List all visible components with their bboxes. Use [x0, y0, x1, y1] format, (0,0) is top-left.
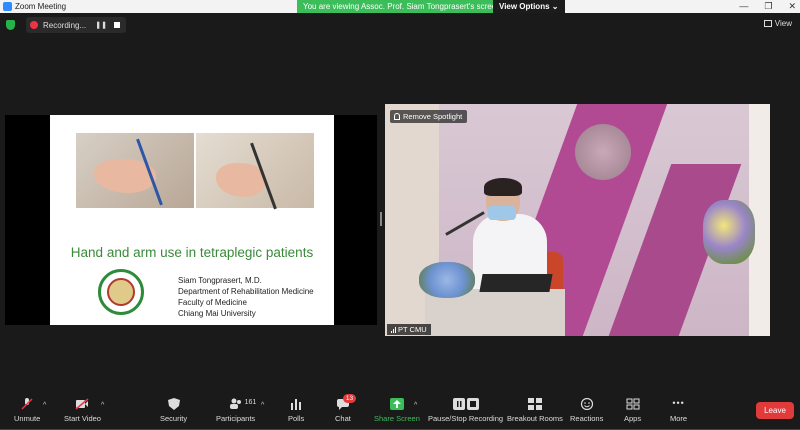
zoom-app-icon [3, 2, 12, 11]
bar-chart-icon [289, 398, 303, 410]
chat-label: Chat [335, 414, 351, 423]
video-options-caret[interactable]: ^ [101, 402, 104, 409]
recording-label: Recording... [43, 20, 87, 30]
view-label: View [774, 19, 792, 28]
pause-stop-recording-label: Pause/Stop Recording [428, 414, 504, 423]
start-video-button[interactable]: Start Video [64, 398, 101, 423]
minimize-button[interactable]: — [739, 1, 748, 12]
pause-stop-icon [452, 398, 480, 410]
participant-name-tag: PT CMU [387, 324, 431, 335]
spotlight-video-tile: Remove Spotlight PT CMU [385, 104, 770, 336]
presentation-slide: Hand and arm use in tetraplegic patients… [50, 115, 334, 325]
slide-photo-pen-grip [196, 133, 314, 210]
pause-recording-icon[interactable]: ❚❚ [95, 21, 107, 29]
slide-title: Hand and arm use in tetraplegic patients [70, 245, 314, 260]
restore-button[interactable]: ❐ [764, 1, 772, 12]
start-video-label: Start Video [64, 414, 101, 423]
signal-bars-icon [391, 326, 396, 333]
reactions-label: Reactions [570, 414, 604, 423]
split-view-divider[interactable] [380, 212, 382, 226]
stop-recording-icon[interactable] [114, 22, 120, 28]
presenter-hair [484, 178, 522, 196]
author-university: Chiang Mai University [178, 309, 256, 318]
meeting-topbar: Recording... ❚❚ View [0, 13, 800, 37]
author-department: Department of Rehabilitation Medicine [178, 287, 314, 296]
muted-microphone-icon [20, 398, 34, 410]
apps-label: Apps [624, 414, 642, 423]
apps-button[interactable]: Apps [624, 398, 641, 423]
leave-meeting-button[interactable]: Leave [756, 402, 794, 419]
laptop [479, 274, 553, 292]
flower-arrangement [703, 200, 755, 264]
participants-options-caret[interactable]: ^ [261, 402, 264, 409]
reactions-button[interactable]: Reactions [570, 397, 604, 423]
unmute-button[interactable]: Unmute [14, 398, 40, 423]
desk-bouquet [419, 262, 475, 298]
security-button[interactable]: Security [160, 398, 187, 423]
breakout-rooms-icon [527, 398, 542, 410]
shield-icon [167, 398, 181, 410]
chat-unread-badge: 13 [342, 394, 357, 403]
breakout-rooms-button[interactable]: Breakout Rooms [507, 398, 563, 423]
recording-indicator: Recording... ❚❚ [26, 17, 126, 33]
participants-count: 161 [244, 399, 257, 406]
chat-bubble-icon: 13 [336, 394, 357, 410]
polls-button[interactable]: Polls [288, 398, 304, 423]
window-controls: — ❐ ✕ [739, 1, 796, 12]
pin-icon [394, 113, 400, 120]
author-name: Siam Tongprasert, M.D. [178, 276, 262, 285]
unmute-label: Unmute [14, 414, 41, 423]
chat-button[interactable]: 13 Chat [335, 394, 357, 423]
apps-icon [626, 398, 640, 410]
encryption-shield-icon[interactable] [6, 20, 15, 30]
window-title: Zoom Meeting [15, 2, 67, 11]
close-button[interactable]: ✕ [788, 1, 796, 12]
more-dots-icon: ••• [672, 398, 685, 408]
share-options-caret[interactable]: ^ [414, 402, 417, 409]
remove-spotlight-button[interactable]: Remove Spotlight [390, 110, 468, 123]
share-screen-label: Share Screen [374, 414, 420, 423]
pause-stop-recording-button[interactable]: Pause/Stop Recording [428, 398, 503, 423]
wall-emblem [575, 124, 631, 180]
view-button[interactable]: View [763, 19, 792, 28]
more-button[interactable]: ••• More [670, 398, 687, 423]
breakout-rooms-label: Breakout Rooms [507, 414, 563, 423]
smiley-icon [580, 397, 594, 411]
author-faculty: Faculty of Medicine [178, 298, 247, 307]
remove-spotlight-label: Remove Spotlight [403, 112, 463, 121]
video-off-icon [75, 398, 89, 410]
share-screen-icon [389, 398, 404, 410]
participants-button[interactable]: 161 Participants [216, 398, 256, 423]
university-logo [98, 269, 144, 315]
shared-screen: Hand and arm use in tetraplegic patients… [5, 115, 377, 325]
presenter-mask [488, 206, 516, 220]
participants-label: Participants [216, 414, 256, 423]
security-label: Security [160, 414, 188, 423]
grid-view-icon [763, 20, 772, 27]
screen-share-banner: You are viewing Assoc. Prof. Siam Tongpr… [297, 0, 565, 13]
audio-options-caret[interactable]: ^ [43, 402, 46, 409]
view-options-button[interactable]: View Options ⌄ [493, 0, 565, 13]
recording-dot-icon [30, 21, 38, 29]
participants-icon: 161 [229, 398, 256, 410]
more-label: More [670, 414, 688, 423]
polls-label: Polls [288, 414, 305, 423]
slide-photo-hand-writing [76, 133, 194, 208]
meeting-toolbar: Unmute ^ Start Video ^ Security 161 Part… [0, 394, 800, 430]
participant-name: PT CMU [398, 325, 427, 334]
viewing-screen-message: You are viewing Assoc. Prof. Siam Tongpr… [297, 0, 501, 13]
share-screen-button[interactable]: Share Screen [374, 398, 420, 423]
slide-author-info: Siam Tongprasert, M.D. Department of Reh… [178, 275, 314, 319]
